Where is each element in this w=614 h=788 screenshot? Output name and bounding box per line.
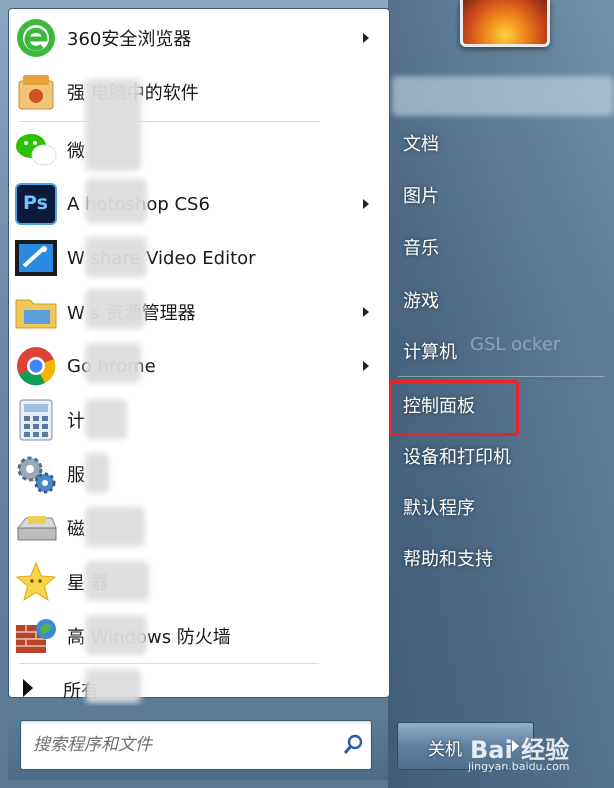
search-area [8, 706, 388, 780]
photoshop-icon: Ps [13, 181, 59, 227]
wechat-icon [13, 127, 59, 173]
video-editor-icon [13, 235, 59, 281]
privacy-blur [85, 453, 109, 493]
separator [19, 663, 319, 664]
menu-item-pictures[interactable]: 图片 [403, 182, 439, 208]
program-item-software-manager[interactable]: 强 电脑中的软件 [9, 65, 389, 119]
privacy-blur [85, 615, 147, 655]
user-avatar[interactable] [460, 0, 550, 47]
program-item-firewall[interactable]: 高 Windows 防火墙 [9, 609, 389, 663]
search-box[interactable] [20, 720, 372, 770]
menu-item-games[interactable]: 游戏 [403, 287, 439, 313]
program-item-services[interactable]: 服 [9, 447, 389, 501]
shutdown-label: 关机 [428, 740, 462, 760]
program-label: 磁 [67, 519, 85, 540]
program-label: 360安全浏览器 [67, 29, 192, 50]
submenu-arrow-icon[interactable] [363, 361, 369, 371]
firewall-icon [13, 613, 59, 659]
menu-item-computer[interactable]: 计算机 [403, 338, 457, 364]
menu-item-devices-printers[interactable]: 设备和打印机 [403, 443, 511, 469]
services-icon [13, 451, 59, 497]
programs-pane: 360安全浏览器 强 电脑中的软件 微 Ps A CS6 W share Vid… [8, 8, 390, 703]
program-item-wechat[interactable]: 微 [9, 123, 389, 177]
privacy-blur [85, 343, 141, 383]
program-label: 微 [67, 141, 85, 162]
menu-item-help-support[interactable]: 帮助和支持 [403, 545, 493, 571]
expand-arrow-icon [23, 679, 33, 697]
watermark-url: jingyan.baidu.com [468, 760, 570, 773]
search-icon[interactable] [343, 733, 365, 755]
privacy-blur [392, 76, 614, 116]
menu-item-documents[interactable]: 文档 [403, 130, 439, 156]
360-browser-icon [13, 15, 59, 61]
program-item-calculator[interactable]: 计 [9, 393, 389, 447]
privacy-blur [85, 289, 145, 329]
program-label: 服 [67, 465, 85, 486]
separator [19, 121, 319, 122]
menu-item-default-programs[interactable]: 默认程序 [403, 494, 475, 520]
privacy-blur [85, 561, 149, 601]
file-explorer-icon [13, 289, 59, 335]
program-item-disk[interactable]: 磁 [9, 501, 389, 555]
separator [398, 376, 604, 377]
menu-item-music[interactable]: 音乐 [403, 234, 439, 260]
program-item-file-explorer[interactable]: W s 资源管理器 [9, 285, 389, 339]
search-input[interactable] [31, 729, 335, 761]
submenu-arrow-icon[interactable] [363, 307, 369, 317]
program-item-photoshop[interactable]: Ps A hotoshop CS6 [9, 177, 389, 231]
program-item-chrome[interactable]: Go hrome [9, 339, 389, 393]
all-programs-button[interactable]: 所有 [9, 671, 389, 703]
background-window-text: GSL ocker [470, 334, 561, 355]
privacy-blur [85, 399, 127, 439]
privacy-blur [85, 179, 147, 223]
disk-icon [13, 505, 59, 551]
submenu-arrow-icon[interactable] [363, 199, 369, 209]
program-item-star[interactable]: 星 器 [9, 555, 389, 609]
program-item-video-editor[interactable]: W share Video Editor [9, 231, 389, 285]
privacy-blur [85, 237, 147, 277]
privacy-blur [85, 507, 145, 547]
submenu-arrow-icon[interactable] [363, 33, 369, 43]
software-manager-icon [13, 69, 59, 115]
star-icon [13, 559, 59, 605]
privacy-blur [85, 79, 141, 171]
highlight-box [389, 380, 519, 436]
privacy-blur [85, 669, 141, 703]
chrome-icon [13, 343, 59, 389]
program-label: 计 [67, 411, 85, 432]
calculator-icon [13, 397, 59, 443]
program-item-360-browser[interactable]: 360安全浏览器 [9, 11, 389, 65]
